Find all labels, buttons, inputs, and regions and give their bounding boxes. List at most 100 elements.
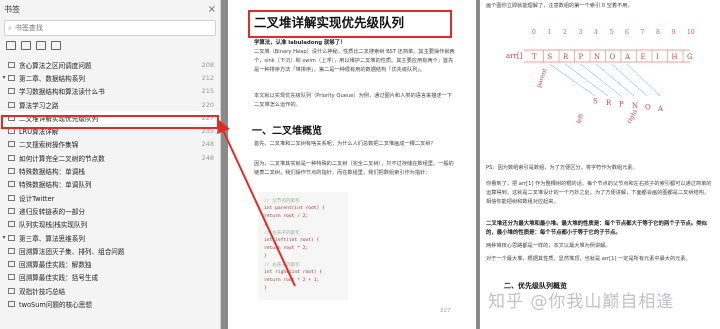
max-element-text: 对于一个最大堆，根据其性质，显然堆顶，也就是 arr[1] 一定是所有元素中最大…: [486, 256, 691, 262]
index-arrow: [611, 63, 648, 97]
highlight-box: [1, 115, 219, 129]
array-cell: O: [610, 53, 616, 61]
bookmark-search-input[interactable]: [11, 24, 185, 32]
bookmark-list: 贪心算法之区间调度问题 208 ▾ 第二章、数据结构系列 212 学习数据结构和算法读什么…: [0, 58, 220, 311]
array-index: 9: [672, 29, 676, 36]
bookmark-item[interactable]: 双指针技巧总结: [0, 284, 220, 297]
bookmark-label: 回溯算最佳实践：解数独: [19, 261, 92, 270]
expand-arrow-icon[interactable]: ▾: [0, 74, 8, 81]
intro-paragraph: 二叉堆（Binary Heap）没什么神秘，性质比二叉搜索树 BST 还简单。其…: [254, 49, 455, 73]
array-cell: R: [563, 53, 569, 61]
heap-array-diagram: 0 1 2 3 4 5 6 7 8 9 10 arr[] TSRPNOAEIHG parent le…: [506, 29, 695, 125]
array-cell: A: [624, 53, 631, 61]
code-line: int left(int root) {: [264, 238, 320, 243]
byline: 学算法，认准 labuladong 就够了！: [254, 40, 346, 46]
index-arrows: [549, 63, 661, 97]
bookmark-item[interactable]: ▾ 第二章、数据结构系列 212: [0, 71, 220, 84]
page-title: 二叉堆详解实现优先级队列: [254, 15, 405, 30]
paragraph-2: 本文就以实现优先级队列（Priority Queue）为例，通过图片和人类的语言…: [254, 93, 452, 108]
bookmark-icon: [8, 128, 15, 135]
right-label: right: [626, 108, 640, 125]
code-line: // 右孩子的索引: [264, 263, 300, 268]
bookmark-search-box[interactable]: ⌕: [4, 20, 216, 36]
bookmark-page-number: 248: [201, 153, 214, 162]
delete-bookmark-icon[interactable]: [36, 40, 46, 50]
bookmark-item[interactable]: ▾ 第三章、算法思维系列: [0, 231, 220, 244]
expand-bookmark-icon[interactable]: [6, 40, 16, 50]
bookmark-item[interactable]: 二叉搜索树操作集锦 248: [0, 138, 220, 151]
bookmark-item[interactable]: 回溯算最佳实践：括号生成: [0, 271, 220, 284]
left-label: left: [575, 112, 585, 124]
array-index: 3: [579, 29, 583, 36]
array-cell: N: [594, 53, 600, 61]
array-index: 1: [548, 29, 552, 36]
array-index: 10: [687, 29, 695, 36]
array-index: 6: [625, 29, 629, 36]
bookmark-item[interactable]: 算法学习之路 220: [0, 98, 220, 111]
array-index: 8: [656, 29, 660, 36]
bookmark-item[interactable]: 如何计算完全二叉树的节点数 248: [0, 151, 220, 164]
bookmark-icon: [8, 61, 15, 68]
bookmark-page-number: 215: [201, 87, 214, 96]
bookmark-label: 特殊数据结构：单调栈: [19, 168, 85, 177]
code-line: // 父节点的索引: [264, 199, 300, 204]
code-line: return root * 2 + 1;: [264, 278, 320, 283]
array-cell: E: [641, 53, 646, 61]
document-page-right: 画个图你立即就能理解了，注意数组的第一个索引 0 空着不用， 0 1 2 3 4 5 6 7 8…: [480, 0, 720, 329]
code-line: return root * 2;: [264, 246, 309, 251]
explain-paragraph: 你看到了，把 arr[1] 作为整棵树的根的话，每个节点的父节点和左右孩子的索引…: [486, 181, 712, 205]
bookmark-item[interactable]: 贪心算法之区间调度问题 208: [0, 58, 220, 71]
expand-arrow-icon[interactable]: ▾: [0, 234, 8, 241]
cell-row: T S R P N OA E I H G: [532, 50, 693, 62]
ps-text: PS：因为数组索引是数组，为了方便区分，将字符作为数组元素。: [486, 165, 638, 171]
child-cell: S: [593, 98, 598, 106]
bookmark-page-number: 212: [201, 73, 214, 82]
bookmark-page-number: 220: [201, 100, 214, 109]
close-icon[interactable]: ×: [208, 4, 216, 15]
bookmark-icon: [8, 221, 15, 228]
bookmark-label: 双指针技巧总结: [19, 287, 66, 296]
watermark: 知乎 @你我山巅自相逢: [488, 292, 675, 312]
bookmark-icon: [8, 207, 15, 214]
add-bookmark-icon[interactable]: [21, 40, 31, 50]
array-cell: H: [672, 53, 678, 61]
bookmark-label: 学习数据结构和算法读什么书: [19, 88, 105, 97]
index-row: 0 1 2 3 4 5 6 7 8 9 10: [532, 29, 695, 36]
bookmark-item[interactable]: twoSum问题的核心思想: [0, 297, 220, 310]
bookmark-page-number: 248: [201, 140, 214, 149]
top-text: 画个图你立即就能理解了，注意数组的第一个索引 0 空着不用，: [486, 3, 633, 9]
array-index: 0: [532, 29, 536, 36]
bookmark-icon: [8, 247, 15, 254]
parent-label: parent: [535, 67, 549, 89]
collapse-bookmark-icon[interactable]: [51, 40, 61, 50]
bookmark-item[interactable]: 队列实现栈|栈实现队列: [0, 218, 220, 231]
bookmark-label: 回溯算最佳实践：括号生成: [19, 274, 99, 283]
bookmark-label: 二叉搜索树操作集锦: [19, 141, 79, 150]
bookmark-label: 特殊数据结构：单调队列: [19, 181, 92, 190]
child-cell: O: [645, 104, 651, 112]
bookmark-icon: [8, 154, 15, 161]
core-idea-text: 两种堆核心思路都是一样的，本文以最大堆为例讲解。: [486, 243, 611, 249]
bookmark-item[interactable]: 学习数据结构和算法读什么书 215: [0, 85, 220, 98]
index-arrow: [549, 63, 596, 97]
bookmark-item[interactable]: 回溯算最佳实践：解数独: [0, 257, 220, 270]
bookmark-label: 回溯算法团灭子集、排列、组合问题: [19, 247, 125, 256]
bookmark-page-number: 208: [201, 60, 214, 69]
bookmark-item[interactable]: 特殊数据结构：单调队列: [0, 178, 220, 191]
sidebar-toolbar: [0, 38, 220, 52]
code-block: // 父节点的索引 int parent(int root) { return …: [258, 192, 348, 300]
bookmark-item[interactable]: 特殊数据结构：单调栈: [0, 164, 220, 177]
bookmark-item[interactable]: 设计Twitter: [0, 191, 220, 204]
bookmark-item[interactable]: 递归反转链表的一部分: [0, 204, 220, 217]
code-line: int right(int root) {: [264, 270, 323, 275]
bookmark-icon: [8, 181, 15, 188]
code-line: }: [264, 254, 267, 259]
code-line: int parent(int root) {: [264, 206, 325, 211]
bookmark-label: 贪心算法之区间调度问题: [19, 61, 92, 70]
max-heap-paragraph: 二叉堆还分为最大堆和最小堆。最大堆的性质是：每个节点都大于等于它的两个子节点。类…: [486, 221, 708, 236]
code-line: return root / 2;: [264, 214, 309, 219]
code-line: // 左孩子的索引: [264, 231, 300, 236]
bookmark-item[interactable]: 回溯算法团灭子集、排列、组合问题: [0, 244, 220, 257]
code-line: }: [264, 222, 267, 227]
child-cell: R: [606, 99, 612, 107]
